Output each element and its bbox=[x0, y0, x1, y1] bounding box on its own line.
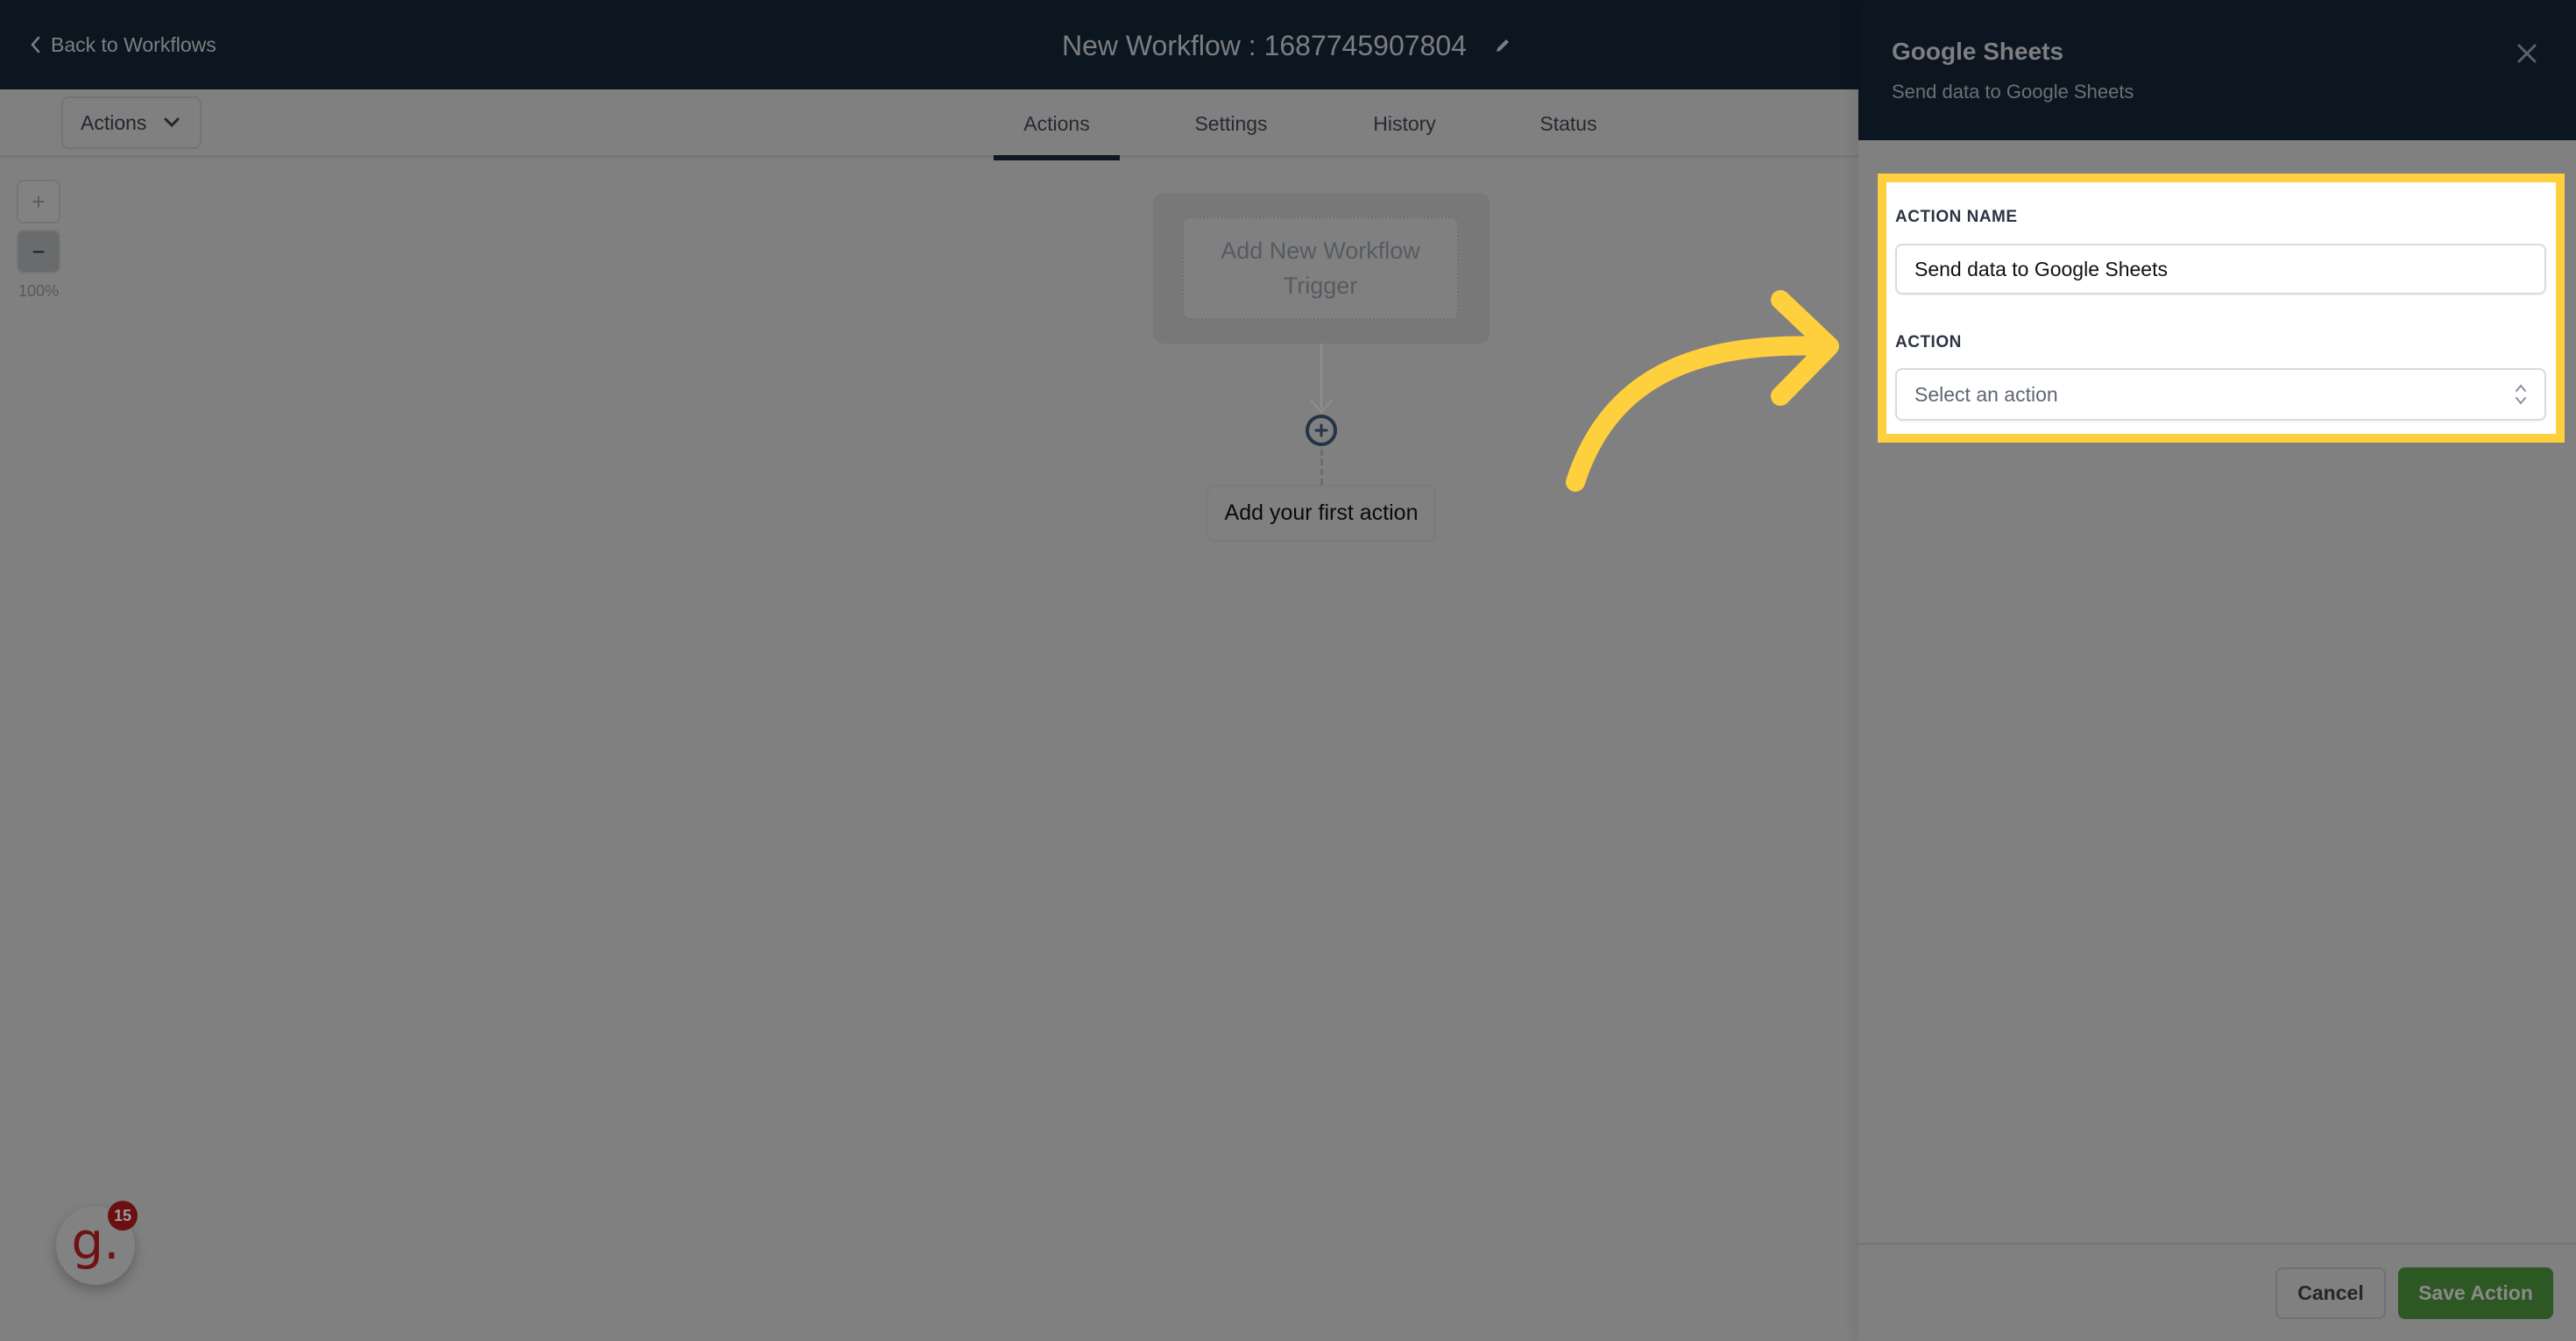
save-action-button[interactable]: Save Action bbox=[2398, 1267, 2553, 1319]
action-select-placeholder: Select an action bbox=[1914, 382, 2058, 406]
plus-icon bbox=[1314, 423, 1328, 437]
panel-subtitle: Send data to Google Sheets bbox=[1892, 81, 2134, 103]
action-config-panel: Google Sheets Send data to Google Sheets… bbox=[1858, 0, 2576, 1341]
workflow-tabs: Actions Settings History Status bbox=[994, 89, 1670, 160]
panel-footer: Cancel Save Action bbox=[1858, 1243, 2576, 1341]
arrow-down-icon bbox=[1310, 400, 1333, 414]
zoom-out-button[interactable]: − bbox=[17, 230, 60, 273]
add-trigger-label: Add New Workflow Trigger bbox=[1182, 216, 1459, 320]
panel-title: Google Sheets bbox=[1892, 38, 2064, 65]
chevron-updown-icon bbox=[2516, 384, 2526, 405]
close-icon[interactable] bbox=[2516, 42, 2538, 65]
chevron-down-icon bbox=[164, 117, 180, 128]
tab-status[interactable]: Status bbox=[1467, 89, 1670, 158]
highlighted-form-section: ACTION NAME ACTION Select an action bbox=[1878, 174, 2565, 443]
zoom-controls: + − 100% bbox=[17, 180, 66, 301]
action-name-input[interactable] bbox=[1895, 244, 2546, 294]
notification-badge: 15 bbox=[108, 1201, 138, 1231]
add-trigger-card[interactable]: Add New Workflow Trigger bbox=[1153, 193, 1490, 344]
back-to-workflows-link[interactable]: Back to Workflows bbox=[30, 30, 216, 60]
actions-dropdown-label: Actions bbox=[81, 110, 147, 134]
actions-dropdown[interactable]: Actions bbox=[61, 96, 202, 149]
workflow-title: New Workflow : 1687745907804 bbox=[1062, 26, 1512, 65]
dashed-connector bbox=[1320, 450, 1323, 485]
chevron-left-icon bbox=[31, 36, 40, 53]
tab-actions[interactable]: Actions bbox=[994, 89, 1120, 160]
tab-history[interactable]: History bbox=[1342, 89, 1467, 158]
add-first-action-node[interactable]: Add your first action bbox=[1207, 485, 1436, 542]
workflow-builder: Back to Workflows New Workflow : 1687745… bbox=[0, 0, 2576, 1341]
action-select[interactable]: Select an action bbox=[1895, 368, 2546, 421]
action-name-label: ACTION NAME bbox=[1895, 208, 2018, 226]
workflow-toolbar: Actions Actions Settings History Status bbox=[0, 89, 1858, 160]
help-widget-button[interactable]: g. 15 bbox=[56, 1201, 138, 1285]
pencil-icon[interactable] bbox=[1493, 36, 1512, 55]
panel-header: Google Sheets Send data to Google Sheets bbox=[1858, 0, 2576, 140]
add-action-button[interactable] bbox=[1306, 415, 1337, 446]
annotation-arrow-icon bbox=[1566, 290, 1839, 492]
cancel-button[interactable]: Cancel bbox=[2275, 1267, 2386, 1319]
zoom-in-button[interactable]: + bbox=[17, 180, 60, 224]
action-label: ACTION bbox=[1895, 333, 1962, 351]
workflow-title-text: New Workflow : 1687745907804 bbox=[1062, 29, 1467, 61]
zoom-level: 100% bbox=[18, 282, 60, 300]
tab-settings[interactable]: Settings bbox=[1120, 89, 1342, 158]
back-link-label: Back to Workflows bbox=[51, 32, 216, 56]
